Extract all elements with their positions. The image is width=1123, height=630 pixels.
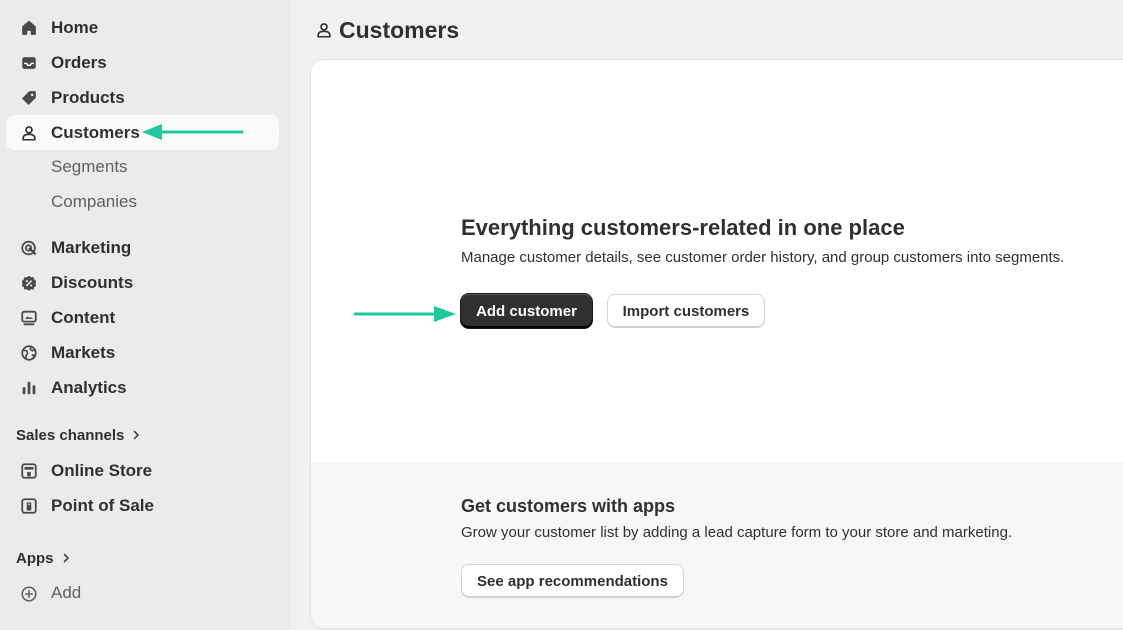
- annotation-arrow-left-icon: [142, 124, 244, 140]
- nav-label: Online Store: [51, 460, 153, 480]
- store-icon: [19, 461, 39, 481]
- nav-label: Home: [51, 17, 99, 37]
- nav-item-products[interactable]: Products: [6, 80, 279, 115]
- nav-item-analytics[interactable]: Analytics: [6, 370, 279, 405]
- add-customer-button[interactable]: Add customer: [461, 294, 592, 328]
- apps-section-title: Get customers with apps: [461, 496, 676, 516]
- pos-icon: [19, 496, 39, 516]
- plus-circle-icon: [19, 584, 39, 604]
- nav-subitem-segments[interactable]: Segments: [51, 154, 128, 180]
- nav-label: Discounts: [51, 272, 134, 292]
- empty-state-card: Everything customers-related in one plac…: [311, 60, 1123, 628]
- discount-icon: [19, 273, 39, 293]
- nav-label: Marketing: [51, 237, 132, 257]
- nav-subitem-companies[interactable]: Companies: [51, 189, 137, 215]
- empty-state-title: Everything customers-related in one plac…: [461, 215, 905, 240]
- sidebar: Home Orders Products Customers Segments …: [0, 0, 291, 630]
- home-icon: [19, 18, 39, 38]
- section-label: Apps: [16, 549, 54, 567]
- content-icon: [19, 308, 39, 328]
- nav-item-marketing[interactable]: Marketing: [6, 230, 279, 265]
- nav-label: Orders: [51, 52, 107, 72]
- target-icon: [19, 238, 39, 258]
- add-app-button[interactable]: Add: [6, 578, 279, 608]
- nav-item-home[interactable]: Home: [6, 10, 279, 45]
- bar-chart-icon: [19, 378, 39, 398]
- nav-label: Analytics: [51, 377, 127, 397]
- inbox-icon: [19, 53, 39, 73]
- nav-item-markets[interactable]: Markets: [6, 335, 279, 370]
- nav-item-point-of-sale[interactable]: Point of Sale: [6, 488, 279, 523]
- globe-icon: [19, 343, 39, 363]
- import-customers-button[interactable]: Import customers: [607, 294, 765, 328]
- nav-label: Products: [51, 87, 125, 107]
- page-title-text: Customers: [339, 16, 460, 43]
- nav-item-content[interactable]: Content: [6, 300, 279, 335]
- nav-label: Point of Sale: [51, 495, 154, 515]
- chevron-right-icon: [60, 552, 72, 564]
- nav-label: Customers: [51, 122, 140, 142]
- nav-label: Markets: [51, 342, 116, 362]
- empty-state-description: Manage customer details, see customer or…: [461, 249, 1065, 266]
- person-icon: [315, 21, 333, 39]
- nav-item-discounts[interactable]: Discounts: [6, 265, 279, 300]
- apps-section-description: Grow your customer list by adding a lead…: [461, 524, 1013, 541]
- nav-label: Content: [51, 307, 116, 327]
- tag-icon: [19, 88, 39, 108]
- person-icon: [19, 123, 39, 143]
- annotation-arrow-right-icon: [353, 306, 456, 322]
- section-label: Sales channels: [16, 426, 125, 444]
- apps-section: Get customers with apps Grow your custom…: [311, 463, 1123, 628]
- apps-heading[interactable]: Apps: [16, 547, 72, 569]
- nav-item-online-store[interactable]: Online Store: [6, 453, 279, 488]
- add-label: Add: [51, 583, 82, 602]
- sales-channels-heading[interactable]: Sales channels: [16, 424, 142, 446]
- nav-item-orders[interactable]: Orders: [6, 45, 279, 80]
- page-title: Customers: [315, 16, 459, 44]
- chevron-right-icon: [130, 429, 142, 441]
- see-app-recommendations-button[interactable]: See app recommendations: [461, 564, 684, 598]
